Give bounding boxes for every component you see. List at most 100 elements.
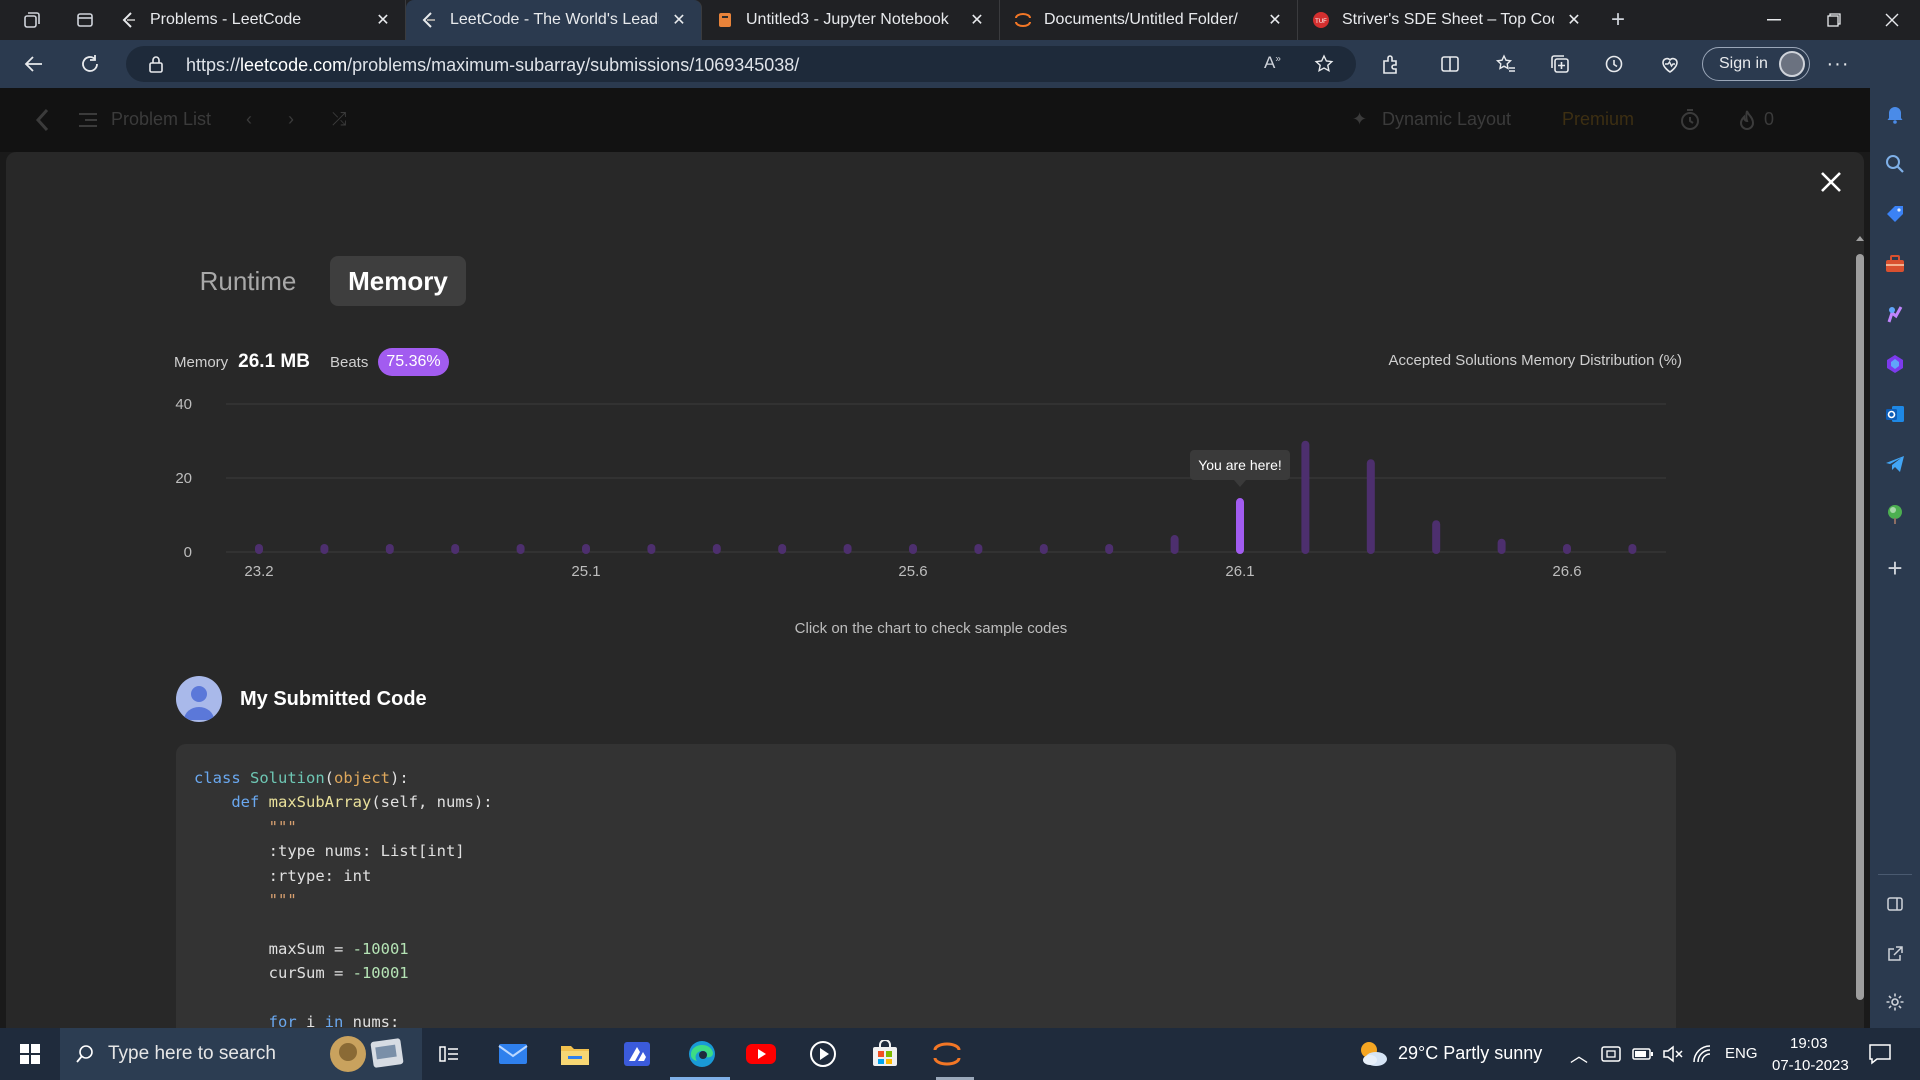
- favorite-star-icon[interactable]: [1314, 54, 1334, 74]
- app-launcher-icon[interactable]: [620, 1038, 654, 1070]
- outlook-icon[interactable]: [1883, 402, 1907, 426]
- y-tick-label: 20: [175, 470, 192, 487]
- youtube-icon[interactable]: [744, 1038, 778, 1070]
- collections-icon[interactable]: [1544, 48, 1576, 80]
- browser-tab[interactable]: Problems - LeetCode ✕: [106, 0, 406, 40]
- games-icon[interactable]: [1883, 302, 1907, 326]
- sign-in-button[interactable]: Sign in: [1702, 47, 1810, 81]
- y-tick-label: 0: [184, 544, 192, 561]
- problem-list-link[interactable]: Problem List: [111, 109, 211, 130]
- tools-icon[interactable]: [1883, 252, 1907, 276]
- close-window-icon[interactable]: [1864, 0, 1920, 40]
- next-problem-icon[interactable]: ›: [288, 109, 294, 130]
- read-aloud-icon[interactable]: A»: [1264, 53, 1281, 73]
- tab-actions-icon[interactable]: [64, 0, 106, 40]
- restore-icon[interactable]: [1806, 0, 1862, 40]
- telegram-send-icon[interactable]: [1883, 452, 1907, 476]
- browser-tab-active[interactable]: LeetCode - The World's Leading ✕: [406, 0, 702, 40]
- code-block[interactable]: class Solution(object): def maxSubArray(…: [176, 744, 1676, 1028]
- tooltip-text: You are here!: [1198, 457, 1282, 473]
- add-sidebar-app-icon[interactable]: +: [1883, 553, 1907, 583]
- memory-stats: Memory 26.1 MB Beats 75.36%: [174, 348, 449, 376]
- browser-tab[interactable]: TUF Striver's SDE Sheet – Top Coding ✕: [1298, 0, 1596, 40]
- clock-date[interactable]: 07-10-2023: [1772, 1057, 1849, 1074]
- copilot-icon[interactable]: [1883, 352, 1907, 376]
- jupyter-notebook-icon: [719, 13, 731, 27]
- jupyter-app-icon[interactable]: [930, 1038, 964, 1070]
- streak-flame-icon[interactable]: [1738, 109, 1756, 131]
- browser-tab[interactable]: Untitled3 - Jupyter Notebook ✕: [702, 0, 1000, 40]
- hide-sidebar-icon[interactable]: [1883, 892, 1907, 916]
- clock-time[interactable]: 19:03: [1790, 1035, 1828, 1052]
- taskbar-search-box[interactable]: Type here to search: [60, 1028, 422, 1080]
- mail-app-icon[interactable]: [496, 1038, 530, 1070]
- tab-runtime[interactable]: Runtime: [186, 256, 310, 306]
- premium-button[interactable]: Premium: [1562, 109, 1634, 130]
- lock-icon[interactable]: [148, 55, 164, 73]
- beats-label: Beats: [329, 353, 369, 371]
- language-indicator[interactable]: ENG: [1725, 1045, 1758, 1062]
- sidebar-settings-icon[interactable]: [1883, 990, 1907, 1014]
- notifications-icon[interactable]: [1883, 102, 1907, 126]
- windows-start-icon[interactable]: [13, 1038, 47, 1070]
- code-text[interactable]: class Solution(object): def maxSubArray(…: [194, 766, 567, 1028]
- volume-muted-icon[interactable]: [1662, 1045, 1684, 1063]
- minimize-icon[interactable]: [1746, 0, 1802, 40]
- split-screen-icon[interactable]: [1434, 48, 1466, 80]
- close-tab-icon[interactable]: ✕: [1564, 10, 1584, 30]
- weather-icon[interactable]: [1356, 1038, 1390, 1070]
- tab-title: Striver's SDE Sheet – Top Coding: [1342, 11, 1554, 28]
- close-tab-icon[interactable]: ✕: [669, 10, 689, 30]
- timer-icon[interactable]: [1678, 108, 1702, 132]
- x-tick-label: 26.6: [1552, 563, 1581, 580]
- search-icon[interactable]: [1883, 152, 1907, 176]
- browser-tab-strip: Problems - LeetCode ✕ LeetCode - The Wor…: [0, 0, 1920, 40]
- modal-scrollbar[interactable]: [1851, 234, 1864, 1028]
- leetcode-page: Problem List ‹ › ⤮ ✦ Dynamic Layout Prem…: [0, 88, 1870, 1028]
- close-tab-icon[interactable]: ✕: [967, 10, 987, 30]
- task-view-icon[interactable]: [432, 1038, 466, 1070]
- browser-tab[interactable]: Documents/Untitled Folder/ ✕: [1000, 0, 1298, 40]
- open-external-icon[interactable]: [1883, 942, 1907, 966]
- leetcode-logo-icon[interactable]: [34, 108, 54, 132]
- show-hidden-icons-icon[interactable]: ︿: [1570, 1042, 1588, 1068]
- submission-detail-modal: Runtime Memory Memory 26.1 MB Beats 75.3…: [6, 152, 1864, 1028]
- file-explorer-icon[interactable]: [558, 1038, 592, 1070]
- microsoft-store-icon[interactable]: [868, 1038, 902, 1070]
- performance-icon[interactable]: [1654, 48, 1686, 80]
- drop-tree-icon[interactable]: [1883, 502, 1907, 526]
- close-modal-icon[interactable]: [1814, 165, 1848, 199]
- tab-memory[interactable]: Memory: [330, 256, 466, 306]
- tooltip-pointer: [1234, 480, 1246, 488]
- address-field[interactable]: https://leetcode.com/problems/maximum-su…: [126, 46, 1356, 82]
- dynamic-layout-button[interactable]: Dynamic Layout: [1382, 109, 1511, 130]
- close-tab-icon[interactable]: ✕: [1265, 10, 1285, 30]
- edge-browser-icon[interactable]: [682, 1038, 722, 1070]
- x-tick-label: 25.6: [898, 563, 927, 580]
- streak-count: 0: [1764, 109, 1775, 129]
- shuffle-icon[interactable]: ⤮: [332, 109, 346, 130]
- weather-text[interactable]: 29°C Partly sunny: [1398, 1043, 1542, 1064]
- media-player-icon[interactable]: [806, 1038, 840, 1070]
- chart-hint: Click on the chart to check sample codes: [794, 620, 1068, 637]
- prev-problem-icon[interactable]: ‹: [246, 109, 252, 130]
- close-tab-icon[interactable]: ✕: [373, 10, 393, 30]
- history-icon[interactable]: [1598, 48, 1630, 80]
- more-options-icon[interactable]: ···: [1822, 48, 1854, 80]
- refresh-icon[interactable]: [74, 48, 106, 80]
- shopping-tag-icon[interactable]: [1883, 202, 1907, 226]
- notification-center-icon[interactable]: [1868, 1043, 1892, 1065]
- network-icon[interactable]: [1692, 1044, 1714, 1064]
- x-tick-label: 25.1: [571, 563, 600, 580]
- submitted-code-title: My Submitted Code: [240, 688, 427, 710]
- favorites-icon[interactable]: [1490, 48, 1522, 80]
- back-arrow-icon[interactable]: [18, 48, 50, 80]
- scrollbar-thumb[interactable]: [1856, 254, 1864, 1000]
- extensions-icon[interactable]: [1374, 48, 1406, 80]
- battery-icon[interactable]: [1632, 1046, 1654, 1062]
- distribution-title: Accepted Solutions Memory Distribution (…: [1388, 352, 1682, 369]
- meet-now-icon[interactable]: [1600, 1044, 1622, 1064]
- workspaces-icon[interactable]: [0, 0, 64, 40]
- memory-distribution-chart[interactable]: 0 20 40 23.2 25.1 25.6 26.1 26.6 You are here!: [166, 380, 1686, 580]
- new-tab-icon[interactable]: +: [1596, 0, 1640, 40]
